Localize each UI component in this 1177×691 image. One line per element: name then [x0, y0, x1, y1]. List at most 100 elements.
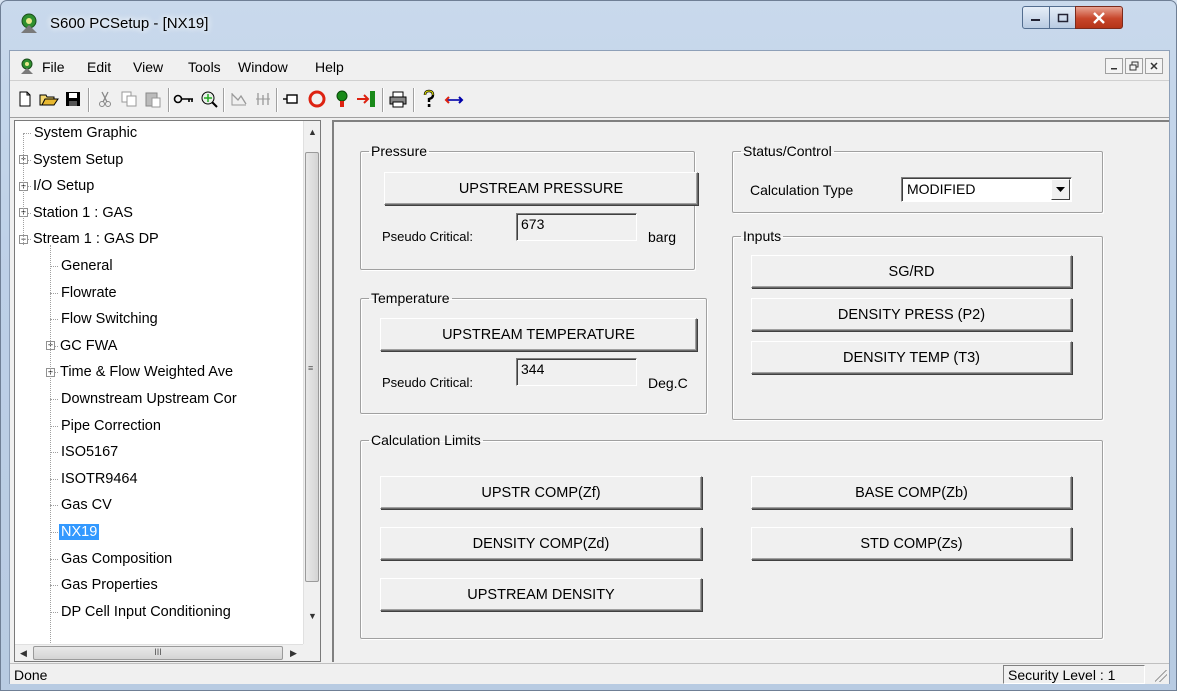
dropdown-button[interactable]: [1051, 179, 1070, 200]
tree-item[interactable]: Flow Switching: [46, 308, 160, 330]
std-comp-zs-button[interactable]: STD COMP(Zs): [751, 527, 1072, 560]
pressure-pseudo-critical-label: Pseudo Critical:: [382, 229, 474, 244]
navigation-tree[interactable]: System Graphic + System Setup + I/O Setup + St…: [14, 120, 321, 662]
scroll-down-icon[interactable]: ▼: [308, 611, 317, 621]
tree-horizontal-scrollbar[interactable]: ◀ III ▶: [15, 644, 303, 661]
scroll-right-icon[interactable]: ▶: [290, 648, 297, 659]
menu-help[interactable]: Help: [315, 59, 344, 75]
calculation-type-select[interactable]: MODIFIED: [901, 177, 1072, 202]
minimize-button[interactable]: [1022, 6, 1050, 29]
new-button[interactable]: [14, 88, 36, 110]
tree-item[interactable]: + Station 1 : GAS: [19, 202, 135, 224]
security-level: Security Level : 1: [1003, 665, 1145, 684]
tree-item-label: Station 1 : GAS: [33, 204, 133, 221]
menu-edit[interactable]: Edit: [87, 59, 111, 75]
mdi-restore-button[interactable]: [1125, 58, 1143, 74]
tree-item[interactable]: + Time & Flow Weighted Ave: [46, 361, 235, 383]
pressure-pseudo-critical-field[interactable]: 673: [516, 213, 637, 241]
tree-item-label: GC FWA: [60, 337, 118, 354]
resize-grip-icon[interactable]: [1155, 670, 1167, 682]
open-button[interactable]: [38, 88, 60, 110]
tree-item[interactable]: + GC FWA: [46, 335, 119, 357]
density-temp-button[interactable]: DENSITY TEMP (T3): [751, 341, 1072, 374]
swap-button[interactable]: [443, 88, 465, 110]
tree-item[interactable]: Gas Properties: [46, 574, 160, 596]
calculation-type-label: Calculation Type: [750, 182, 854, 198]
menu-file[interactable]: File: [42, 59, 65, 75]
scroll-thumb[interactable]: III: [33, 646, 283, 660]
swap-icon: [444, 96, 464, 104]
title-bar[interactable]: S600 PCSetup - [NX19]: [1, 1, 1176, 49]
toolbar-separator: [382, 88, 384, 112]
paste-button[interactable]: [142, 88, 164, 110]
temperature-pseudo-critical-label: Pseudo Critical:: [382, 375, 474, 390]
scroll-thumb[interactable]: ≡: [305, 152, 319, 582]
tree-item[interactable]: Pipe Correction: [46, 415, 163, 437]
button-label: SG/RD: [888, 263, 935, 280]
maximize-button[interactable]: [1049, 6, 1076, 29]
tree-item-label: General: [61, 258, 113, 274]
menu-bar: File Edit View Tools Window Help: [10, 51, 1169, 81]
tree-vertical-scrollbar[interactable]: ▲ ≡ ▼: [303, 121, 320, 645]
tree-guide: [23, 133, 24, 245]
stop-button[interactable]: [306, 88, 328, 110]
tree-item[interactable]: Gas CV: [46, 494, 114, 516]
save-button[interactable]: [62, 88, 84, 110]
exit-icon: [357, 91, 375, 107]
scroll-left-icon[interactable]: ◀: [20, 648, 27, 659]
paste-icon: [145, 92, 161, 108]
tree-item[interactable]: DP Cell Input Conditioning: [46, 601, 233, 623]
tree-item[interactable]: Downstream Upstream Cor: [46, 388, 239, 410]
cut-icon: [99, 91, 111, 107]
tree-item[interactable]: Flowrate: [46, 282, 119, 304]
tree-item[interactable]: System Graphic: [19, 122, 139, 144]
menu-window[interactable]: Window: [238, 59, 288, 75]
upstream-density-button[interactable]: UPSTREAM DENSITY: [380, 578, 702, 611]
bars-button[interactable]: [252, 88, 274, 110]
tree-item[interactable]: + I/O Setup: [19, 175, 96, 197]
help-icon: [423, 89, 435, 107]
tree-item[interactable]: NX19: [46, 521, 100, 543]
graph-button[interactable]: [228, 88, 250, 110]
mdi-close-button[interactable]: [1145, 58, 1163, 74]
document-icon[interactable]: [18, 57, 36, 75]
open-icon: [39, 94, 59, 106]
base-comp-zb-button[interactable]: BASE COMP(Zb): [751, 476, 1072, 509]
connect-button[interactable]: [198, 88, 220, 110]
tree-item[interactable]: General: [46, 255, 115, 277]
tree-item[interactable]: Gas Composition: [46, 548, 174, 570]
menu-view[interactable]: View: [133, 59, 163, 75]
scroll-up-icon[interactable]: ▲: [308, 127, 317, 137]
sg-rd-button[interactable]: SG/RD: [751, 255, 1072, 288]
density-comp-zd-button[interactable]: DENSITY COMP(Zd): [380, 527, 702, 560]
alarm-button[interactable]: [331, 88, 353, 110]
print-button[interactable]: [387, 88, 409, 110]
close-button[interactable]: [1075, 6, 1123, 29]
mdi-minimize-button[interactable]: [1105, 58, 1123, 74]
button-label: UPSTREAM PRESSURE: [458, 180, 624, 197]
tree-item[interactable]: ISO5167: [46, 441, 120, 463]
tree-item[interactable]: + System Setup: [19, 149, 125, 171]
exit-button[interactable]: [355, 88, 377, 110]
tree-item-label: Gas Properties: [61, 577, 158, 594]
pane-splitter[interactable]: [322, 120, 330, 662]
upstream-pressure-button[interactable]: UPSTREAM PRESSURE: [384, 172, 698, 205]
calculation-limits-legend: Calculation Limits: [371, 432, 481, 448]
tree-item[interactable]: ISOTR9464: [46, 468, 140, 490]
cut-button[interactable]: [94, 88, 116, 110]
upstream-temperature-button[interactable]: UPSTREAM TEMPERATURE: [380, 318, 697, 351]
button-label: UPSTREAM DENSITY: [467, 586, 615, 603]
help-button[interactable]: [418, 88, 440, 110]
copy-button[interactable]: [118, 88, 140, 110]
density-press-button[interactable]: DENSITY PRESS (P2): [751, 298, 1072, 331]
tree-item[interactable]: − Stream 1 : GAS DP: [19, 228, 161, 250]
module-button[interactable]: [281, 88, 303, 110]
mdi-controls: [1105, 58, 1163, 74]
menu-tools[interactable]: Tools: [188, 59, 221, 75]
upstr-comp-zf-button[interactable]: UPSTR COMP(Zf): [380, 476, 702, 509]
grip-icon: ≡: [308, 363, 314, 373]
toolbar-separator: [88, 88, 90, 112]
temperature-pseudo-critical-field[interactable]: 344: [516, 358, 637, 386]
key-button[interactable]: [173, 88, 195, 110]
key-icon: [173, 94, 193, 104]
